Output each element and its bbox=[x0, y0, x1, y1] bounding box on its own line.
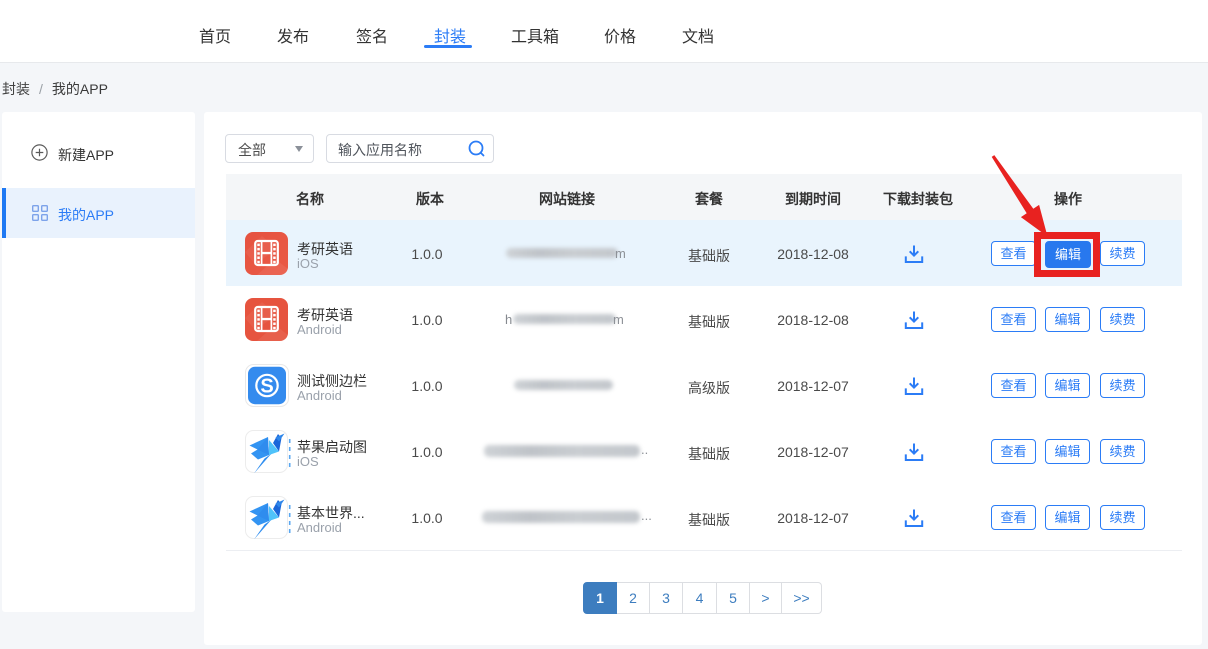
svg-text:S: S bbox=[260, 375, 273, 397]
